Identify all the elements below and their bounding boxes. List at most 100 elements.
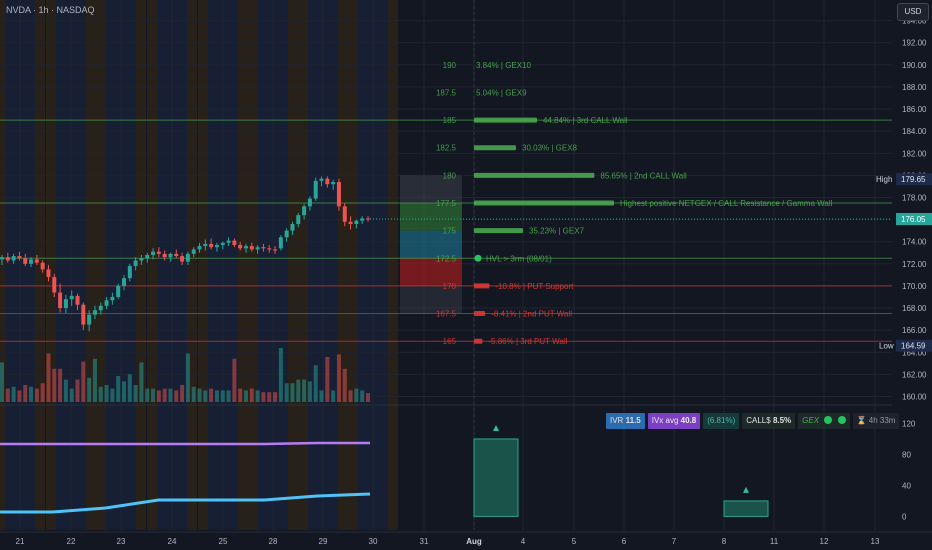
candle-body [17,256,22,259]
level-annotation: -10.8% | PUT Support [495,282,574,291]
level-strike-label: 185 [443,116,457,125]
volume-bar [290,383,295,402]
volume-bar [122,381,126,402]
level-annotation: -8.41% | 2nd PUT Wall [491,310,572,319]
volume-bar [151,388,156,402]
gex-status-dot-1-icon [824,416,833,424]
candle-body [34,259,39,263]
ivx-badge: IVx avg 40.8 [647,413,701,429]
volume-bar [360,390,365,402]
level-strength-bar [474,172,595,178]
level-annotation: 3.84% | GEX10 [476,61,532,70]
time-tick-label: 21 [16,537,25,546]
candle-body [98,305,103,311]
time-tick-label: 7 [672,537,677,546]
candle-body [69,295,74,300]
volume-bar [296,379,301,402]
volume-bar [336,354,341,402]
candle-body [75,295,80,305]
candle-body [232,240,237,246]
level-annotation: Highest positive NETGEX / CALL Resistanc… [620,199,833,208]
time-tick-label: 12 [820,537,829,546]
candle-body [156,251,161,254]
volume-bar [232,358,237,402]
candle-body [29,259,34,264]
level-annotation: 85.65% | 2nd CALL Wall [600,171,687,180]
volume-bar [29,386,34,402]
level-strength-bar [474,228,523,234]
volume-bar [127,374,132,402]
volume-bar [238,388,243,402]
volume-bar [325,357,330,402]
candle-body [127,266,132,279]
candle-body [290,224,295,231]
volume-bar [34,388,39,402]
time-tick-label: 28 [269,537,278,546]
candle-body [214,245,219,248]
candle-body [220,242,225,246]
level-strength-bar [474,311,486,317]
volume-bar [261,392,266,402]
price-tick-label: 178.00 [902,193,927,202]
candle-body [313,180,318,199]
currency-button[interactable]: USD [897,3,929,21]
price-tick-label: 188.00 [902,83,927,92]
time-tick-label: 8 [722,537,727,546]
time-tick-label: 30 [369,537,378,546]
level-strike-label: 180 [443,171,457,180]
time-tick-label: 29 [319,537,328,546]
volume-bar [267,392,272,402]
level-annotation: 44.84% | 3rd CALL Wall [543,116,628,125]
candle-body [145,254,150,259]
level-strength-bar [474,283,490,289]
volume-bar [307,381,312,402]
candle-body [354,220,359,225]
price-tick-label: 186.00 [902,105,927,114]
gex-bar [723,500,769,517]
premarket-shade [46,0,56,530]
indicator-line [0,441,370,446]
price-tick-label: 160.00 [902,392,927,401]
afterhours-shade [338,0,348,530]
volume-bar [156,390,161,402]
price-tick-label: 182.00 [902,149,927,158]
volume-bar [255,390,260,402]
volume-bar [284,383,289,402]
level-strength-bar [474,145,516,151]
candle-body [331,181,336,185]
candle-body [244,246,248,249]
level-strike-label: 170 [443,282,457,291]
volume-bar [278,348,283,402]
level-strike-label: 165 [443,337,457,346]
tradingview-chart[interactable]: 190 3.84% | GEX10 187.5 5.04% | GEX9 185 44.8… [0,0,932,550]
volume-bar [23,385,28,402]
level-strike-label: 190 [443,61,457,70]
volume-bar [220,390,225,402]
candle-body [336,181,341,207]
volume-bar [11,386,16,402]
volume-bar [174,390,179,402]
ivr-value: 11.5 [625,416,641,425]
hvl-dot-icon [474,254,482,262]
candle-body [284,230,289,238]
volume-bar [46,353,51,402]
gex-zones [400,175,462,314]
candle-body [58,292,63,309]
volume-bar [139,362,144,402]
time-tick-label: 6 [622,537,627,546]
chart-canvas[interactable]: 190 3.84% | GEX10 187.5 5.04% | GEX9 185 44.8… [0,0,932,550]
volume-bar [191,386,196,402]
volume-bar [58,368,63,402]
time-tick-label: 24 [168,537,177,546]
volume-bar [110,388,115,402]
premarket-shade [147,0,157,530]
high-value: 179.65 [901,175,926,184]
candle-body [261,247,266,249]
afterhours-shade [388,0,398,530]
change-pct-badge: (6.81%) [703,413,740,429]
volume-bar [75,379,80,402]
level-annotation: -5.86% | 3rd PUT Wall [488,337,567,346]
candle-body [273,249,278,251]
candle-body [81,304,86,325]
candle-body [23,258,28,264]
